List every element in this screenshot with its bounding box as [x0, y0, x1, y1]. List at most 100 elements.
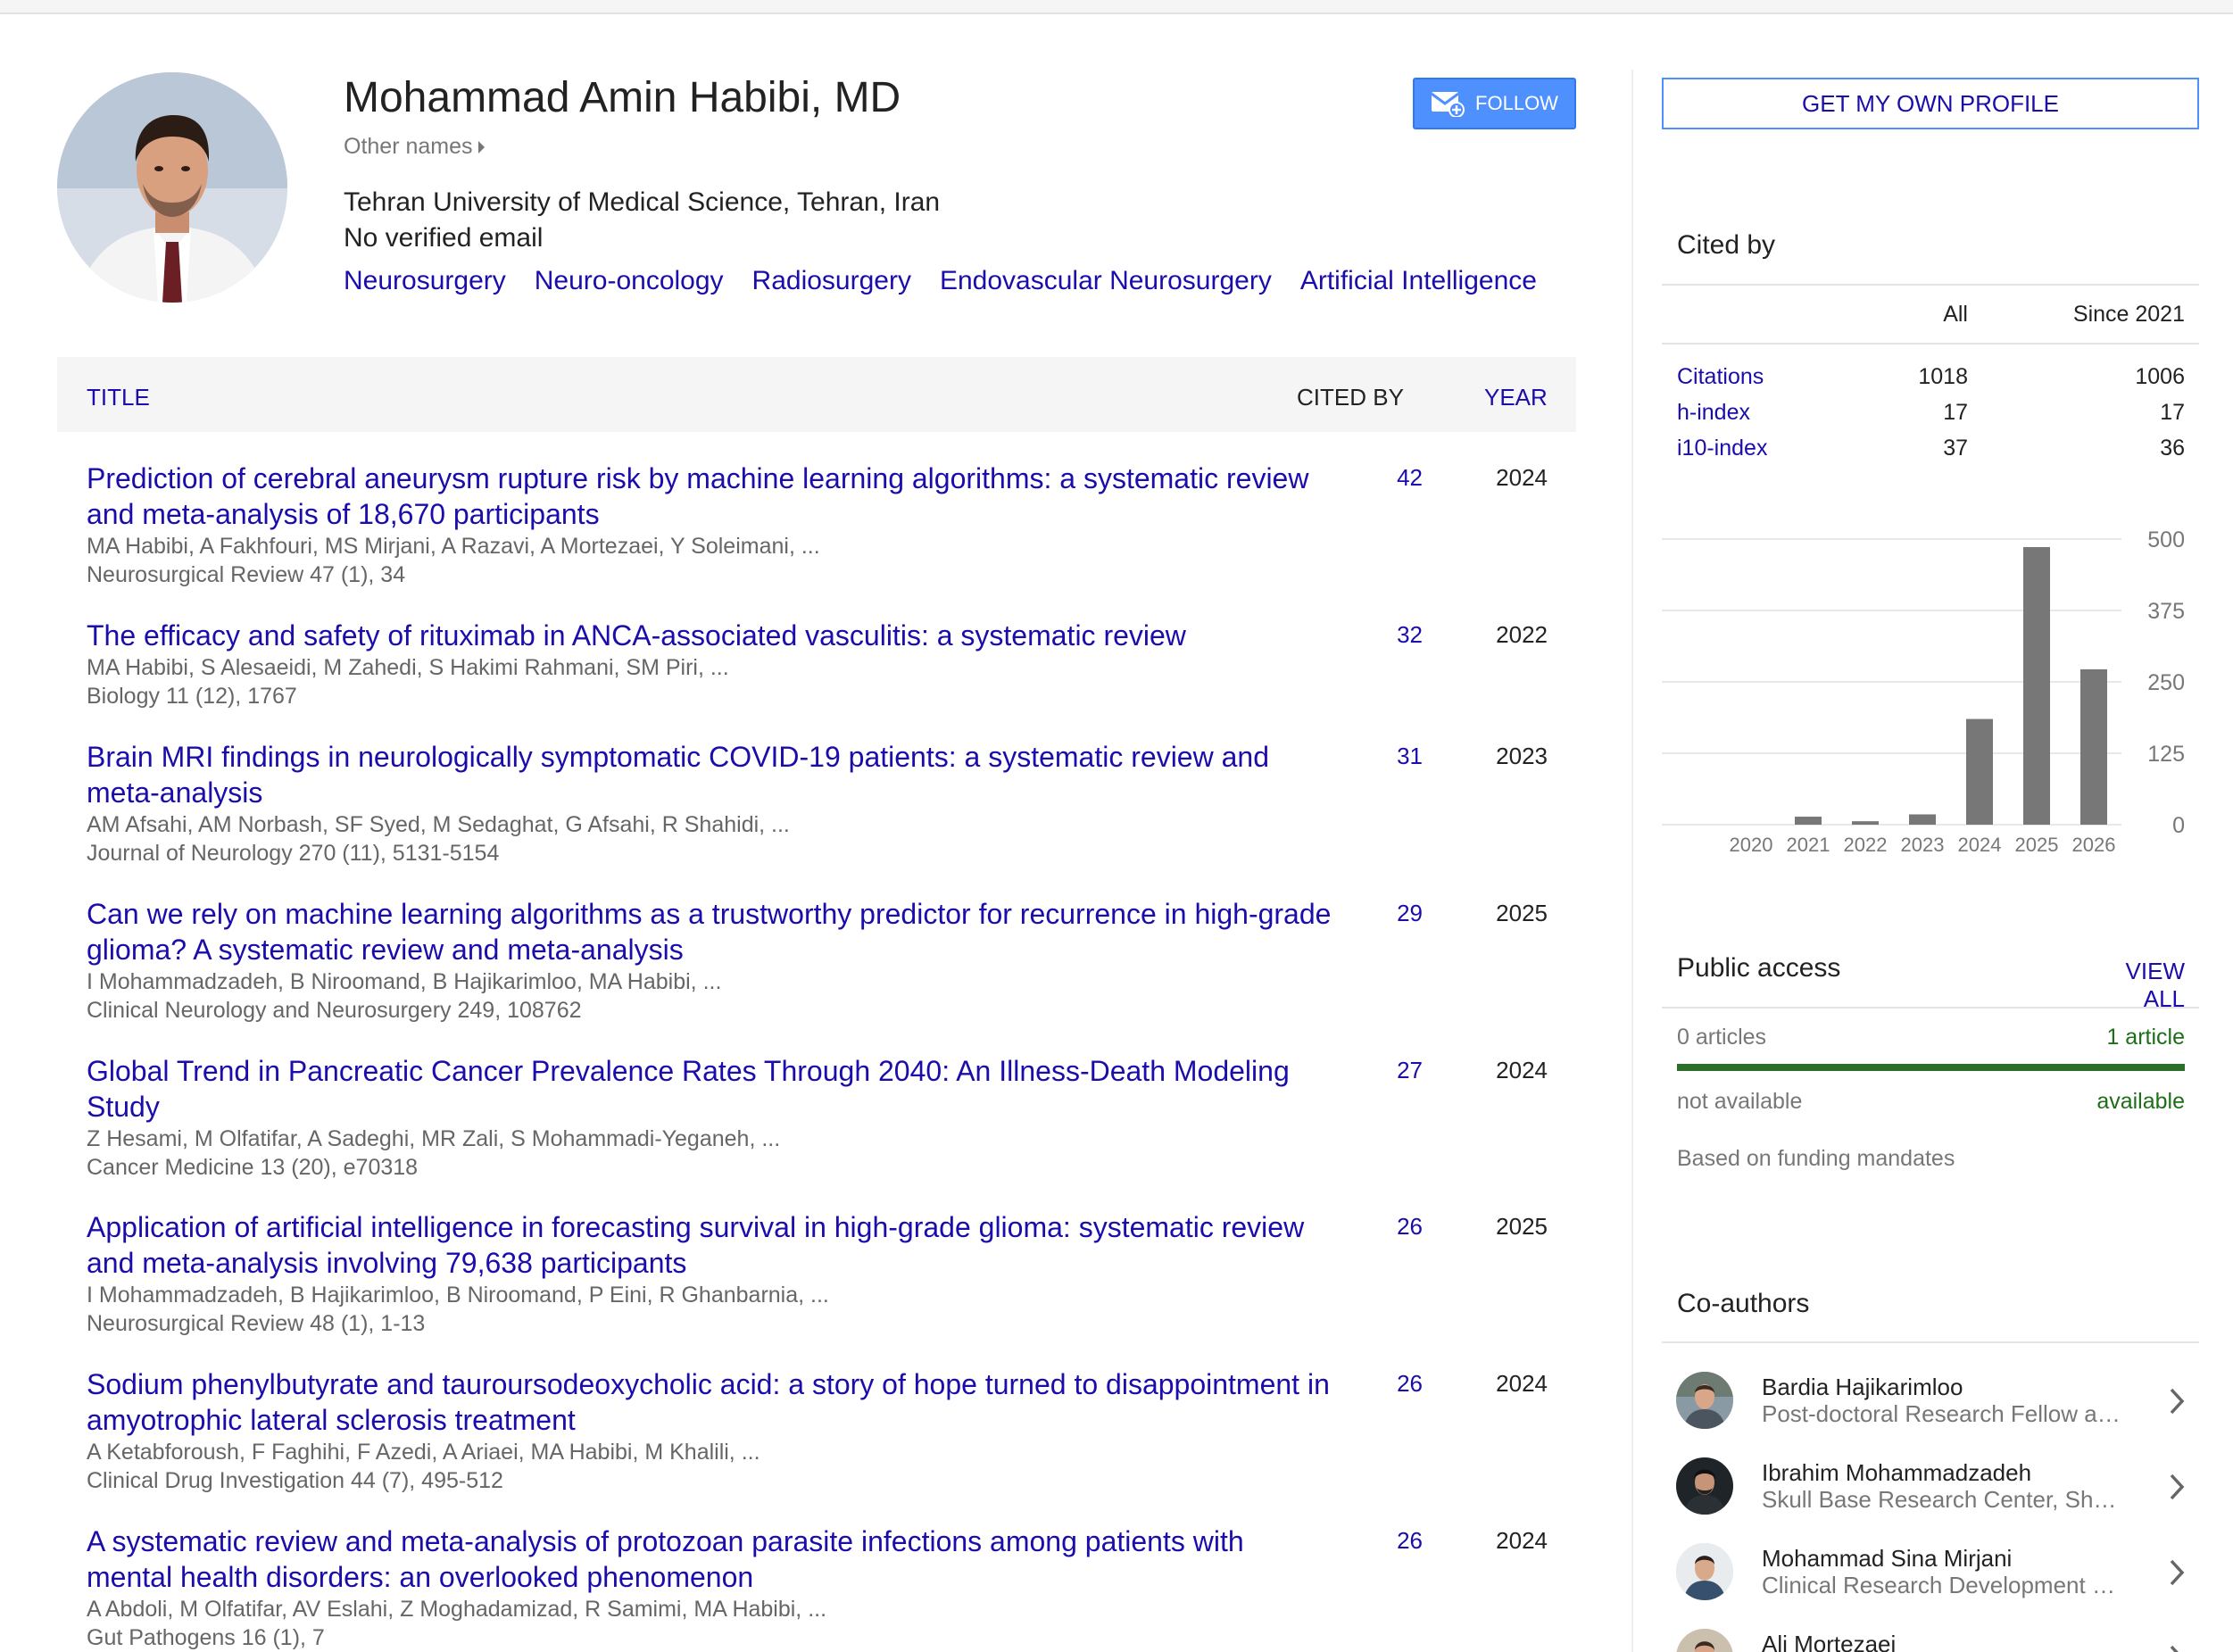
coauthor-affiliation: Clinical Research Development Center: [1762, 1572, 2124, 1598]
chart-x-tick-label: 2020: [1730, 834, 1773, 856]
chart-bar: [1909, 814, 1936, 825]
stat-since: 17: [2160, 400, 2185, 425]
publication-authors: A Abdoli, M Olfatifar, AV Eslahi, Z Mogh…: [87, 1597, 827, 1622]
publication-title[interactable]: Can we rely on machine learning algorith…: [87, 896, 1332, 967]
stat-since: 36: [2160, 436, 2185, 461]
cited-by-count[interactable]: 32: [1333, 621, 1423, 649]
chart-x-tick-label: 2025: [2015, 834, 2059, 856]
available-label: available: [2096, 1089, 2185, 1114]
coauthor-avatar: [1676, 1629, 1733, 1652]
other-names-label: Other names: [344, 134, 473, 159]
cited-by-count[interactable]: 31: [1333, 743, 1423, 770]
publication-venue: Clinical Drug Investigation 44 (7), 495-…: [87, 1468, 503, 1493]
column-divider: [1631, 70, 1633, 1652]
cited-by-count[interactable]: 27: [1333, 1057, 1423, 1084]
chevron-right-icon: [2170, 1388, 2185, 1415]
cited-by-count[interactable]: 26: [1333, 1370, 1423, 1398]
cited-by-header[interactable]: CITED BY: [1297, 384, 1404, 411]
interest-link[interactable]: Endovascular Neurosurgery: [940, 266, 1272, 296]
top-bar: [0, 0, 2233, 14]
cited-by-count[interactable]: 42: [1333, 464, 1423, 492]
coauthor-item[interactable]: Ibrahim Mohammadzadeh Skull Base Researc…: [1662, 1457, 2199, 1529]
coauthor-affiliation: Skull Base Research Center, Shahid Behes…: [1762, 1486, 2124, 1513]
coauthor-item[interactable]: Bardia Hajikarimloo Post-doctoral Resear…: [1662, 1372, 2199, 1443]
chart-bar: [1966, 718, 1993, 825]
divider: [1662, 343, 2199, 345]
publication-authors: I Mohammadzadeh, B Hajikarimloo, B Niroo…: [87, 1283, 829, 1307]
follow-button[interactable]: FOLLOW: [1413, 78, 1576, 129]
coauthors-heading: Co-authors: [1677, 1289, 1810, 1318]
publication-authors: Z Hesami, M Olfatifar, A Sadeghi, MR Zal…: [87, 1126, 781, 1151]
chevron-right-icon: [2170, 1645, 2179, 1652]
coauthor-item[interactable]: Ali Mortezaei: [1662, 1629, 2199, 1652]
chart-bar: [1795, 817, 1822, 825]
profile-affiliation: Tehran University of Medical Science, Te…: [344, 187, 941, 217]
publication-year: 2024: [1496, 464, 1548, 491]
available-count[interactable]: 1 article: [2008, 1025, 2185, 1050]
interest-link[interactable]: Neuro-oncology: [535, 266, 724, 296]
other-names-toggle[interactable]: Other names: [344, 134, 485, 160]
profile-email: No verified email: [344, 223, 544, 253]
not-available-label: not available: [1677, 1089, 1803, 1114]
chart-y-tick-label: 0: [2172, 813, 2185, 838]
coauthor-name: Ali Mortezaei: [1762, 1631, 1897, 1652]
sort-by-title[interactable]: TITLE: [87, 384, 150, 411]
coauthor-affiliation: Post-doctoral Research Fellow at Univers…: [1762, 1400, 2124, 1427]
profile-avatar: [57, 72, 287, 303]
divider: [1662, 284, 2199, 286]
cited-by-count[interactable]: 29: [1333, 900, 1423, 927]
not-available-count[interactable]: 0 articles: [1677, 1025, 1766, 1050]
publication-venue: Biology 11 (12), 1767: [87, 684, 297, 709]
publication-title[interactable]: Sodium phenylbutyrate and tauroursodeoxy…: [87, 1366, 1332, 1438]
chart-x-tick-label: 2026: [2072, 834, 2116, 856]
coauthor-item[interactable]: Mohammad Sina Mirjani Clinical Research …: [1662, 1543, 2199, 1615]
get-own-profile-button[interactable]: GET MY OWN PROFILE: [1662, 78, 2199, 129]
publication-title[interactable]: The efficacy and safety of rituximab in …: [87, 618, 1332, 653]
interest-link[interactable]: Artificial Intelligence: [1300, 266, 1537, 296]
caret-right-icon: [477, 141, 485, 154]
interest-link[interactable]: Radiosurgery: [752, 266, 911, 296]
coauthor-avatar: [1676, 1372, 1733, 1429]
interest-link[interactable]: Neurosurgery: [344, 266, 506, 296]
publication-title[interactable]: A systematic review and meta-analysis of…: [87, 1523, 1332, 1595]
publication-authors: AM Afsahi, AM Norbash, SF Syed, M Sedagh…: [87, 812, 790, 837]
publication-title[interactable]: Global Trend in Pancreatic Cancer Preval…: [87, 1053, 1332, 1125]
divider: [1662, 1007, 2199, 1009]
divider: [1662, 1341, 2199, 1343]
chevron-right-icon: [2170, 1474, 2185, 1500]
stat-label-h-index[interactable]: h-index: [1677, 400, 1750, 426]
public-access-bar: [1677, 1064, 2185, 1071]
chart-y-tick-label: 500: [2147, 527, 2185, 552]
chart-x-tick-label: 2022: [1844, 834, 1888, 856]
publications-header: TITLE CITED BY YEAR: [57, 357, 1576, 432]
publication-venue: Journal of Neurology 270 (11), 5131-5154: [87, 841, 500, 866]
publication-venue: Neurosurgical Review 48 (1), 1-13: [87, 1311, 426, 1336]
publication-venue: Gut Pathogens 16 (1), 7: [87, 1625, 325, 1650]
chart-x-tick-label: 2024: [1958, 834, 2002, 856]
public-access-heading: Public access: [1677, 953, 1841, 983]
coauthor-name: Ibrahim Mohammadzadeh: [1762, 1459, 2032, 1486]
stat-label-i10-index[interactable]: i10-index: [1677, 436, 1767, 461]
stat-since: 1006: [2135, 364, 2185, 389]
stat-all: 17: [1943, 400, 1968, 425]
col-all-header: All: [1943, 302, 1968, 327]
chart-y-tick-label: 125: [2147, 742, 2185, 767]
publication-title[interactable]: Brain MRI findings in neurologically sym…: [87, 739, 1332, 810]
chart-bar: [1852, 821, 1879, 825]
chart-x-tick-label: 2021: [1787, 834, 1830, 856]
publication-venue: Cancer Medicine 13 (20), e70318: [87, 1155, 419, 1180]
stat-label-citations[interactable]: Citations: [1677, 364, 1764, 390]
publication-title[interactable]: Prediction of cerebral aneurysm rupture …: [87, 461, 1332, 532]
cited-by-count[interactable]: 26: [1333, 1527, 1423, 1555]
mail-plus-icon: [1431, 92, 1465, 117]
cited-by-count[interactable]: 26: [1333, 1213, 1423, 1241]
profile-name: Mohammad Amin Habibi, MD: [344, 74, 901, 121]
sort-by-year[interactable]: YEAR: [1484, 384, 1548, 411]
research-interests: Neurosurgery Neuro-oncology Radiosurgery…: [344, 266, 1537, 296]
coauthor-avatar: [1676, 1457, 1733, 1515]
citations-per-year-chart: 0 125 250 375 500 2020 2021 2022 2023 2024 2025 202…: [1662, 527, 2199, 857]
publication-title[interactable]: Application of artificial intelligence i…: [87, 1209, 1332, 1281]
publication-year: 2023: [1496, 743, 1548, 769]
view-all-link[interactable]: VIEW ALL: [2079, 958, 2185, 1013]
publication-year: 2024: [1496, 1527, 1548, 1554]
